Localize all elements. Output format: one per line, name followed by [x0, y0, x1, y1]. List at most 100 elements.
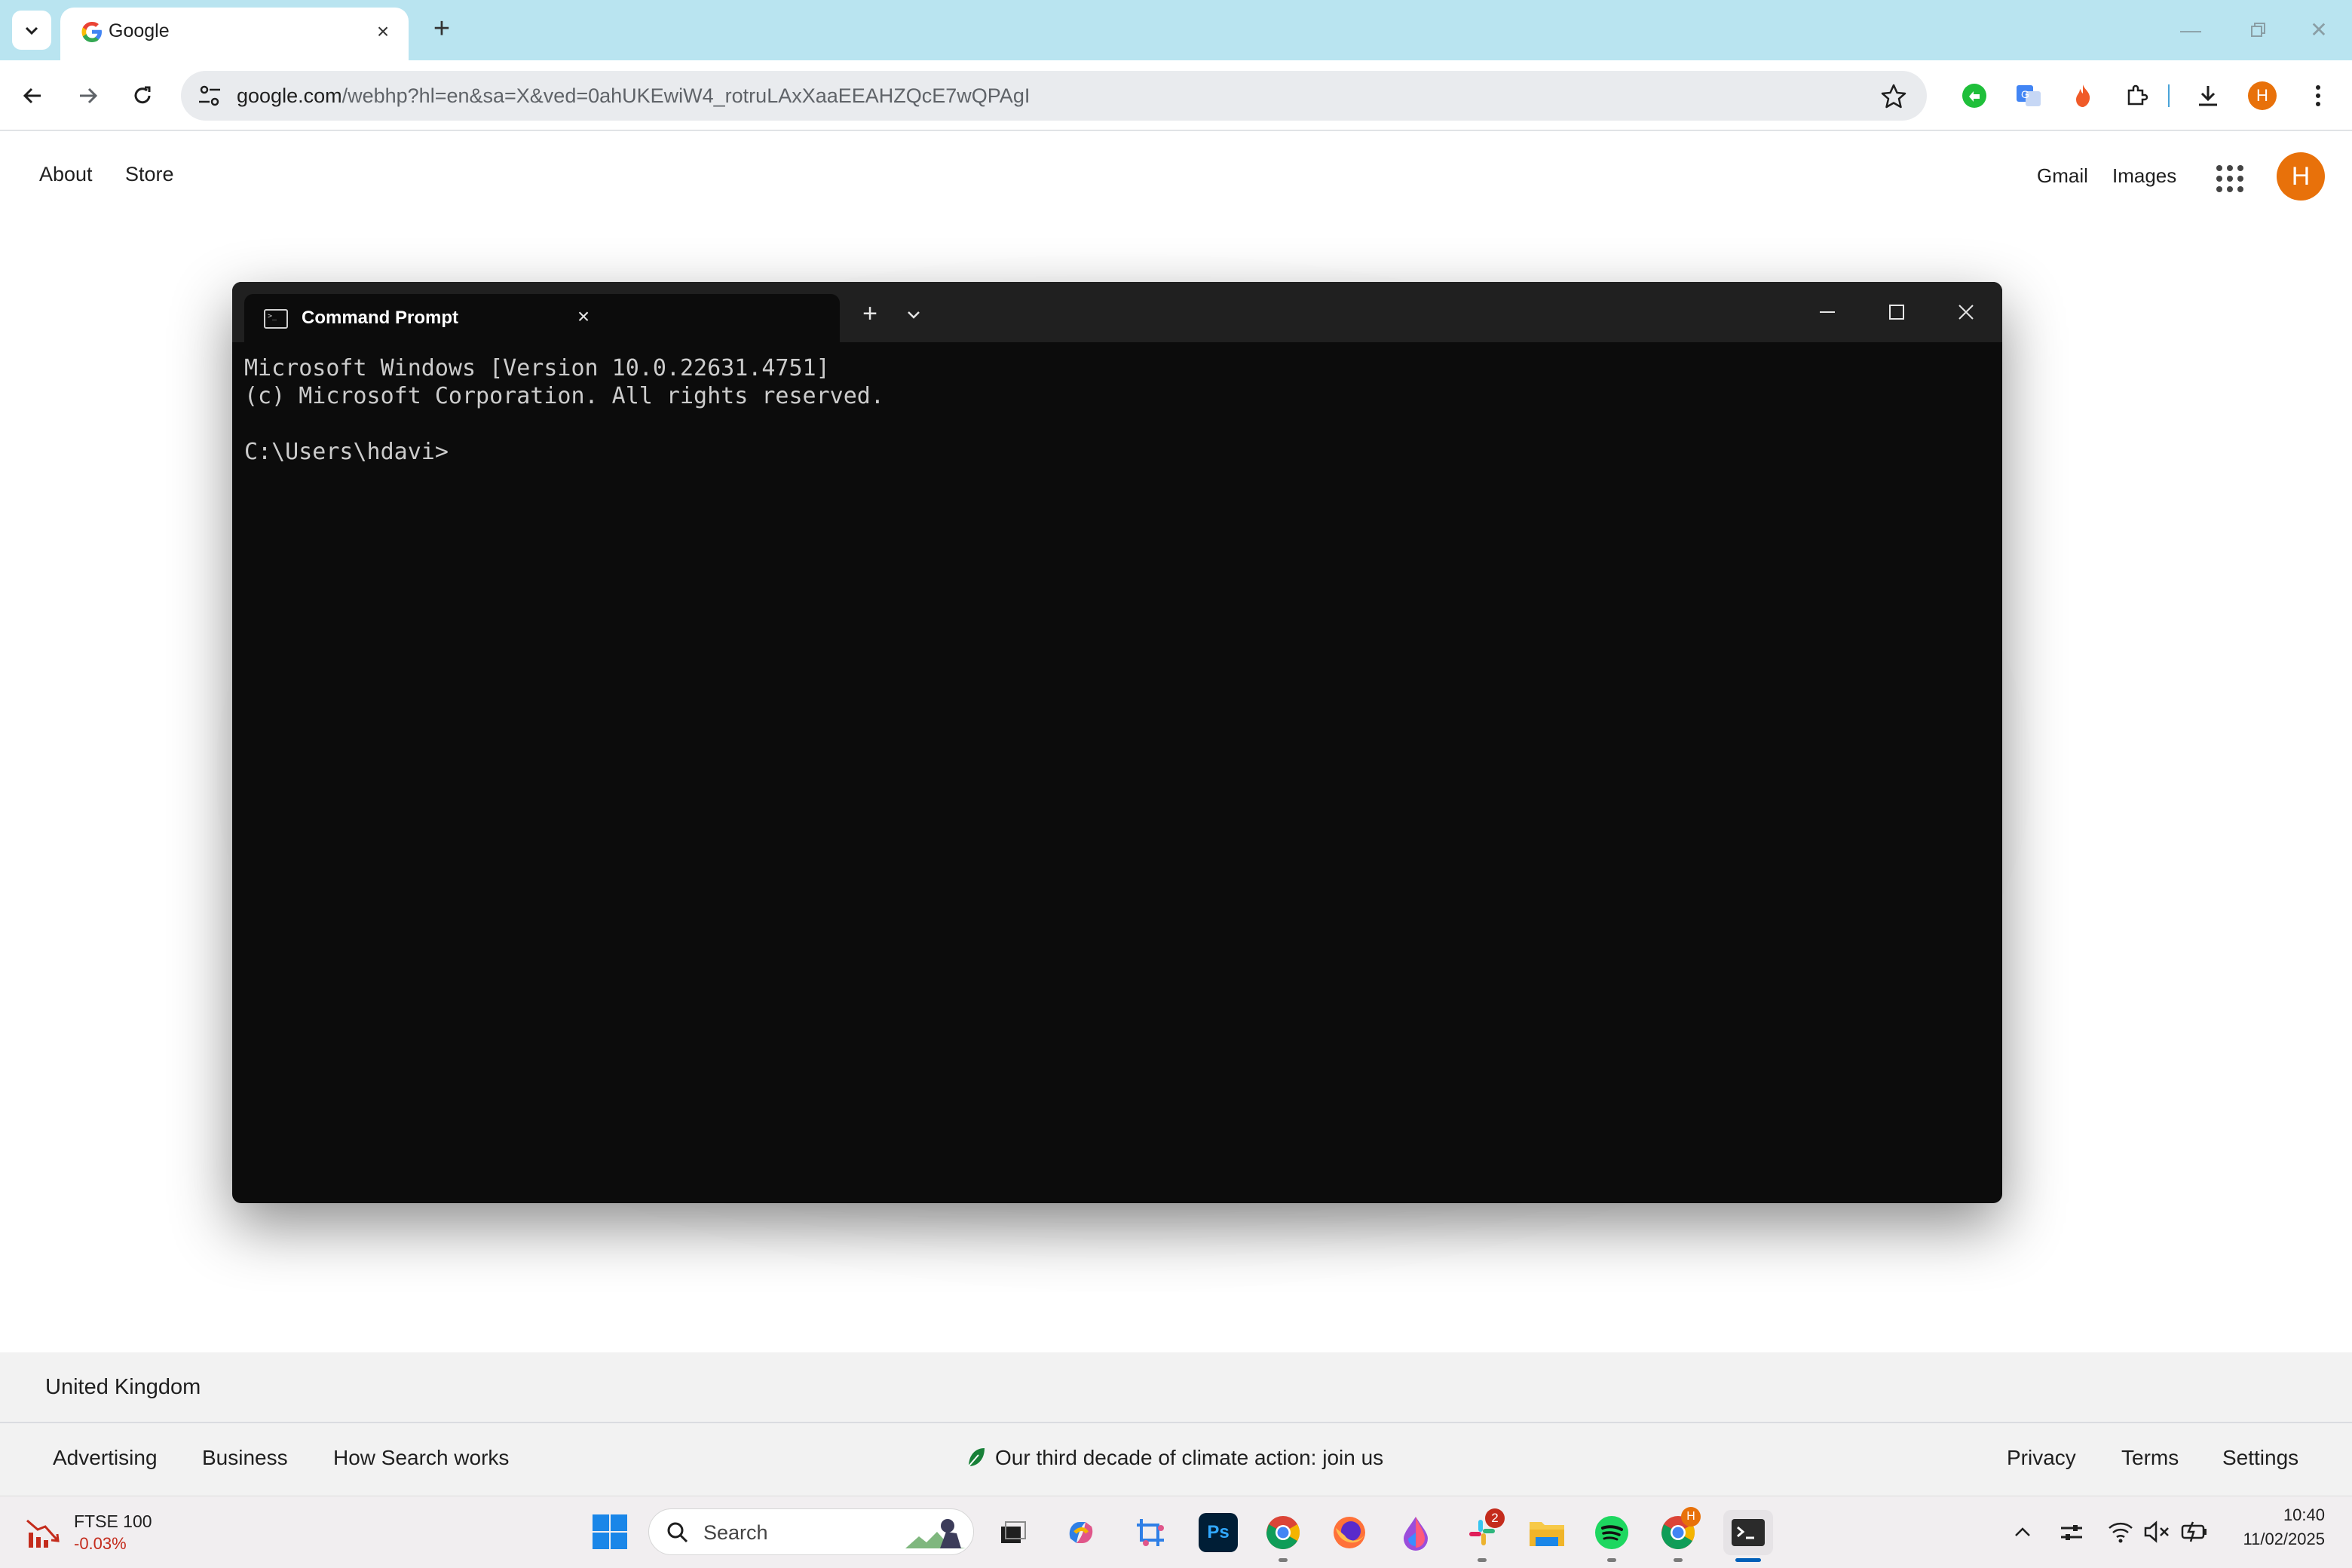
close-window-icon[interactable]: ✕ [2304, 15, 2334, 45]
toolbar-divider [2168, 84, 2170, 107]
windows-start-icon[interactable] [591, 1513, 629, 1551]
store-link[interactable]: Store [125, 163, 174, 186]
command-prompt-window[interactable]: >_ Command Prompt × + Microsoft Windows … [232, 282, 2002, 1203]
widget-index-change: -0.03% [74, 1534, 127, 1553]
chrome-profile-icon[interactable]: H [1658, 1507, 1701, 1552]
minimize-icon[interactable]: — [2176, 15, 2206, 45]
task-view-icon[interactable] [994, 1513, 1033, 1552]
back-icon[interactable] [14, 77, 51, 115]
footer-links-bar: Advertising Business How Search works Ou… [0, 1423, 2352, 1496]
running-indicator [1607, 1558, 1616, 1562]
footer-country-bar: United Kingdom [0, 1352, 2352, 1423]
terminal-tab[interactable]: >_ Command Prompt × [244, 294, 840, 342]
profile-avatar-small[interactable]: H [2245, 78, 2280, 113]
translate-extension-icon[interactable]: G [2011, 78, 2046, 113]
url-host: google.com [237, 84, 342, 107]
menu-kebab-icon[interactable] [2301, 78, 2335, 113]
snipping-tool-icon[interactable] [1131, 1513, 1170, 1552]
terminal-new-tab-button[interactable]: + [855, 299, 885, 329]
photoshop-icon[interactable]: Ps [1199, 1513, 1238, 1552]
chrome-icon[interactable] [1263, 1513, 1303, 1552]
terminal-output[interactable]: Microsoft Windows [Version 10.0.22631.47… [244, 354, 1978, 466]
url-text: google.com/webhp?hl=en&sa=X&ved=0ahUKEwi… [237, 84, 1030, 108]
fire-extension-icon[interactable] [2066, 78, 2100, 113]
terminal-tab-title: Command Prompt [302, 308, 459, 328]
extension-green-icon[interactable] [1957, 78, 1992, 113]
tray-app-icon[interactable] [2058, 1519, 2085, 1546]
spotify-icon[interactable] [1592, 1513, 1631, 1552]
taskbar-search-box[interactable]: Search [648, 1508, 974, 1555]
show-hidden-icons-chevron-up-icon[interactable] [2010, 1519, 2035, 1545]
clock-time[interactable]: 10:40 [2231, 1505, 2325, 1525]
browser-toolbar: google.com/webhp?hl=en&sa=X&ved=0ahUKEwi… [0, 60, 2352, 131]
extensions-puzzle-icon[interactable] [2120, 78, 2154, 113]
terminal-tab-close-icon[interactable]: × [570, 303, 597, 330]
how-search-works-link[interactable]: How Search works [333, 1446, 509, 1470]
terminal-line: Microsoft Windows [Version 10.0.22631.47… [244, 355, 830, 381]
terminal-maximize-icon[interactable] [1880, 296, 1913, 329]
google-apps-icon[interactable] [2209, 160, 2245, 196]
privacy-link[interactable]: Privacy [2007, 1446, 2076, 1470]
running-indicator [1478, 1558, 1487, 1562]
images-link[interactable]: Images [2112, 164, 2176, 188]
stock-down-chart-icon [26, 1519, 60, 1548]
business-link[interactable]: Business [202, 1446, 288, 1470]
droplet-app-icon[interactable] [1396, 1513, 1435, 1552]
terminal-dropdown-icon[interactable] [900, 302, 927, 329]
restore-icon[interactable] [2243, 15, 2274, 45]
advertising-link[interactable]: Advertising [53, 1446, 158, 1470]
slack-notification-badge: 2 [1485, 1508, 1505, 1528]
settings-link[interactable]: Settings [2222, 1446, 2298, 1470]
browser-tab-strip: Google × + — ✕ [0, 0, 2352, 60]
terminal-line: (c) Microsoft Corporation. All rights re… [244, 383, 884, 409]
slack-icon[interactable]: 2 [1462, 1508, 1505, 1552]
running-indicator [1674, 1558, 1683, 1562]
google-favicon-icon [81, 22, 102, 42]
forward-icon[interactable] [69, 77, 107, 115]
taskbar-search-label: Search [703, 1521, 768, 1544]
gmail-link[interactable]: Gmail [2037, 164, 2088, 188]
new-tab-button[interactable]: + [427, 14, 457, 44]
search-icon [667, 1522, 688, 1543]
terminal-taskbar-icon[interactable] [1723, 1510, 1773, 1555]
running-indicator [1279, 1558, 1288, 1562]
climate-action-link[interactable]: Our third decade of climate action: join… [995, 1446, 1383, 1470]
battery-charging-icon[interactable] [2180, 1517, 2210, 1546]
profile-initial: H [2248, 81, 2277, 110]
svg-text:G: G [2021, 88, 2029, 100]
terminal-titlebar[interactable]: >_ Command Prompt × + [232, 282, 2002, 342]
bookmark-star-icon[interactable] [1879, 81, 1909, 112]
tab-search-button[interactable] [12, 11, 51, 50]
clock-date[interactable]: 11/02/2025 [2216, 1530, 2325, 1549]
reload-icon[interactable] [124, 77, 161, 115]
address-bar[interactable]: google.com/webhp?hl=en&sa=X&ved=0ahUKEwi… [181, 71, 1927, 121]
about-link[interactable]: About [39, 163, 93, 186]
terminal-close-icon[interactable] [1949, 296, 1983, 329]
site-info-icon[interactable] [194, 81, 225, 111]
url-path: /webhp?hl=en&sa=X&ved=0ahUKEwiW4_rotruLA… [341, 84, 1031, 107]
browser-tab-google[interactable]: Google × [60, 8, 409, 60]
firefox-icon[interactable] [1330, 1513, 1369, 1552]
terms-link[interactable]: Terms [2121, 1446, 2179, 1470]
stock-widget[interactable]: FTSE 100 -0.03% [23, 1507, 188, 1558]
terminal-minimize-icon[interactable] [1811, 296, 1844, 329]
tab-close-icon[interactable]: × [369, 18, 397, 45]
wifi-icon[interactable] [2106, 1517, 2135, 1546]
terminal-prompt: C:\Users\hdavi> [244, 439, 449, 465]
tab-title: Google [109, 20, 170, 41]
file-explorer-icon[interactable] [1527, 1513, 1566, 1552]
copilot-icon[interactable] [1061, 1513, 1101, 1552]
leaf-icon [966, 1446, 986, 1472]
cmd-icon: >_ [264, 309, 288, 329]
chevron-down-icon [25, 26, 38, 35]
search-highlight-illustration-icon [905, 1519, 966, 1548]
country-label: United Kingdom [45, 1375, 201, 1399]
widget-index-name: FTSE 100 [74, 1511, 152, 1531]
volume-muted-icon[interactable] [2142, 1517, 2171, 1546]
google-account-avatar[interactable]: H [2277, 152, 2325, 201]
download-icon[interactable] [2191, 78, 2225, 113]
windows-taskbar: FTSE 100 -0.03% Search Ps 2 H 10:40 11/0… [0, 1496, 2352, 1568]
active-app-indicator [1735, 1558, 1761, 1562]
chrome-profile-badge: H [1681, 1507, 1701, 1527]
